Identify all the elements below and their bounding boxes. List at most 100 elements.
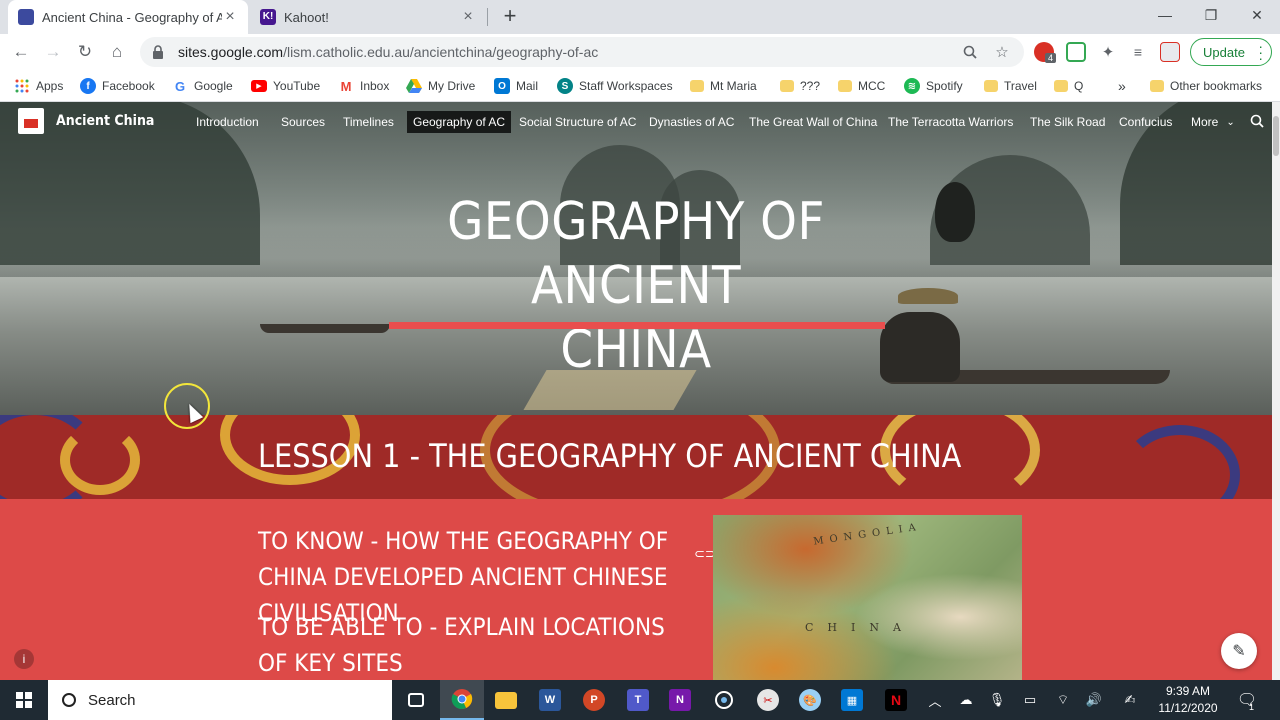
bookmark-q[interactable]: Q: [1054, 76, 1083, 96]
bookmark-my-drive[interactable]: My Drive: [406, 76, 475, 96]
file-explorer-icon[interactable]: [484, 680, 528, 720]
site-title[interactable]: Ancient China: [56, 113, 154, 129]
info-icon[interactable]: i: [14, 649, 34, 669]
snipping-tool-icon[interactable]: ✂: [746, 680, 790, 720]
classroom-extension-icon[interactable]: [1066, 42, 1086, 62]
new-tab-button[interactable]: +: [498, 5, 522, 29]
search-icon[interactable]: [1250, 114, 1264, 133]
nav-dynasties[interactable]: Dynasties of AC: [643, 111, 740, 133]
nav-sources[interactable]: Sources: [275, 111, 331, 133]
nav-silk-road[interactable]: The Silk Road: [1024, 111, 1111, 133]
hero-cormorant: [935, 182, 975, 242]
chrome-taskbar-icon[interactable]: [440, 680, 484, 720]
folder-icon: [838, 80, 852, 92]
clock-time: 9:39 AM: [1165, 684, 1211, 698]
back-button[interactable]: ←: [8, 39, 34, 65]
clock-date: 11/12/2020: [1158, 701, 1218, 715]
page-scrollbar[interactable]: [1272, 102, 1280, 680]
banner-swirl: [60, 425, 140, 495]
onedrive-icon[interactable]: ☁: [954, 680, 978, 720]
bookmark-label: YouTube: [273, 79, 321, 93]
calculator-app-icon[interactable]: ▦: [830, 680, 874, 720]
nav-timelines[interactable]: Timelines: [337, 111, 400, 133]
taskbar-clock[interactable]: 9:39 AM 11/12/2020: [1150, 683, 1226, 717]
word-icon[interactable]: W: [528, 680, 572, 720]
objective-to-be-able-to: TO BE ABLE TO - EXPLAIN LOCATIONS OF KEY…: [258, 613, 665, 677]
tab-separator: [487, 8, 488, 26]
forward-button[interactable]: →: [40, 39, 66, 65]
search-icon: [62, 693, 76, 707]
bookmark-label: Staff Workspaces: [579, 79, 673, 93]
extensions-puzzle-icon[interactable]: ✦: [1098, 42, 1118, 62]
lock-icon[interactable]: [152, 45, 164, 59]
nav-terracotta-warriors[interactable]: The Terracotta Warriors: [882, 111, 1019, 133]
profile-avatar-icon[interactable]: [1160, 42, 1180, 62]
media-queue-icon[interactable]: ≡: [1128, 42, 1148, 62]
hero-raft: [260, 324, 390, 333]
paint-icon[interactable]: 🎨: [788, 680, 832, 720]
nav-introduction[interactable]: Introduction: [190, 111, 265, 133]
bookmark-mcc[interactable]: MCC: [838, 76, 885, 96]
start-button[interactable]: [0, 680, 48, 720]
taskbar-search-box[interactable]: Search: [48, 680, 392, 720]
map-label-mongolia: MONGOLIA: [812, 521, 923, 548]
notification-center-icon[interactable]: 🗨 1: [1232, 680, 1262, 720]
reload-button[interactable]: ↻: [72, 39, 98, 65]
china-map-image[interactable]: MONGOLIA CHINA: [713, 515, 1022, 680]
bookmark-label: Google: [194, 79, 233, 93]
nav-social-structure[interactable]: Social Structure of AC: [513, 111, 642, 133]
close-tab-icon[interactable]: ×: [222, 9, 238, 25]
close-window-button[interactable]: ✕: [1234, 0, 1280, 30]
browser-toolbar: ← → ↻ ⌂ sites.google.com/lism.catholic.e…: [0, 34, 1280, 70]
close-tab-icon[interactable]: ×: [460, 9, 476, 25]
address-bar[interactable]: sites.google.com/lism.catholic.edu.au/an…: [140, 37, 1024, 67]
restore-button[interactable]: ❐: [1188, 0, 1234, 30]
bookmark-star-icon[interactable]: ☆: [992, 42, 1012, 62]
folder-icon: [780, 80, 794, 92]
netflix-icon[interactable]: N: [874, 680, 918, 720]
tab-kahoot[interactable]: K! Kahoot! ×: [250, 0, 486, 34]
minimize-button[interactable]: —: [1142, 0, 1188, 30]
bookmark-label: ???: [800, 79, 821, 93]
pen-ink-icon[interactable]: ✍: [1118, 680, 1142, 720]
bookmark-facebook[interactable]: f Facebook: [80, 76, 155, 96]
volume-icon[interactable]: 🔊: [1082, 680, 1106, 720]
banner-swirl: [1120, 425, 1240, 499]
url-host: sites.google.com: [178, 44, 284, 60]
nav-more[interactable]: More ⌄: [1185, 111, 1241, 133]
home-button[interactable]: ⌂: [104, 39, 130, 65]
wifi-icon[interactable]: ⌔: [1052, 680, 1074, 720]
microphone-icon[interactable]: 🎙: [986, 680, 1008, 720]
bookmark-inbox[interactable]: M Inbox: [338, 76, 390, 96]
bookmark-spotify[interactable]: ≋ Spotify: [904, 76, 963, 96]
bookmark-youtube[interactable]: ▶ YouTube: [251, 76, 320, 96]
bookmark-other-bookmarks[interactable]: Other bookmarks: [1150, 76, 1262, 96]
tab-ancient-china[interactable]: Ancient China - Geography of AC ×: [8, 0, 248, 34]
powerpoint-icon[interactable]: P: [572, 680, 616, 720]
update-button[interactable]: Update · · ·: [1190, 38, 1272, 66]
menu-dots-icon[interactable]: · · ·: [1258, 39, 1263, 65]
hero-fisherman: [880, 312, 960, 382]
battery-icon[interactable]: ▭: [1018, 680, 1042, 720]
task-view-icon[interactable]: [394, 680, 438, 720]
bookmark-staff-workspaces[interactable]: S Staff Workspaces: [557, 76, 673, 96]
show-hidden-icons-chevron[interactable]: ︿: [924, 680, 946, 720]
bookmark-mt-maria[interactable]: Mt Maria: [690, 76, 757, 96]
zoom-icon[interactable]: [960, 42, 980, 62]
bookmark-label: Other bookmarks: [1170, 79, 1263, 93]
bookmark-travel[interactable]: Travel: [984, 76, 1037, 96]
teams-icon[interactable]: T: [616, 680, 660, 720]
nav-confucius[interactable]: Confucius: [1113, 111, 1178, 133]
site-logo[interactable]: [18, 108, 44, 134]
bookmark-apps[interactable]: Apps: [14, 76, 63, 96]
bookmarks-overflow-button[interactable]: »: [1118, 76, 1126, 96]
scrollbar-thumb[interactable]: [1273, 116, 1279, 156]
nav-geography-of-ac[interactable]: Geography of AC: [407, 111, 512, 133]
bookmark-google[interactable]: G Google: [172, 76, 233, 96]
screen-recorder-icon[interactable]: [702, 680, 746, 720]
nav-great-wall[interactable]: The Great Wall of China: [743, 111, 883, 133]
edit-pencil-icon[interactable]: ✎: [1221, 633, 1257, 669]
bookmark-folder-unknown[interactable]: ???: [780, 76, 820, 96]
bookmark-mail[interactable]: O Mail: [494, 76, 538, 96]
onenote-icon[interactable]: N: [658, 680, 702, 720]
